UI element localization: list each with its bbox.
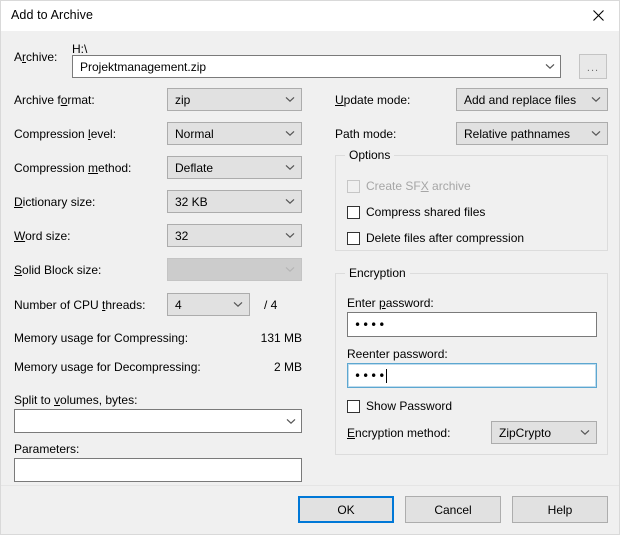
help-button[interactable]: Help [512,496,608,523]
chevron-down-icon [279,164,301,171]
chevron-down-icon [574,429,596,436]
chevron-down-icon [540,63,560,70]
update-mode-combo[interactable]: Add and replace files [456,88,608,111]
archive-path-text: H:\ [72,42,87,56]
reenter-password-label: Reenter password: [347,347,448,361]
show-password-label: Show Password [366,399,452,413]
compress-shared-files-label: Compress shared files [366,205,485,219]
chevron-down-icon [279,96,301,103]
cancel-button[interactable]: Cancel [405,496,501,523]
parameters-input[interactable] [14,458,302,482]
archive-label: Archive: [14,50,57,64]
chevron-down-icon [279,198,301,205]
title-bar: Add to Archive [1,1,620,31]
compression-level-value: Normal [168,127,279,141]
archive-format-combo[interactable]: zip [167,88,302,111]
archive-name-value: Projektmanagement.zip [73,60,540,74]
memory-decompressing-label: Memory usage for Decompressing: [14,360,201,374]
encryption-method-label: Encryption method: [347,426,450,440]
chevron-down-icon [279,266,301,273]
show-password-checkbox[interactable]: Show Password [347,399,452,413]
compression-method-label: Compression method: [14,161,131,175]
cpu-threads-value: 4 [168,298,227,312]
path-mode-label: Path mode: [335,127,396,141]
checkbox-box [347,400,360,413]
checkbox-box [347,232,360,245]
solid-block-size-label: Solid Block size: [14,263,101,277]
path-mode-value: Relative pathnames [457,127,585,141]
compression-method-value: Deflate [168,161,279,175]
memory-compressing-value: 131 MB [202,331,302,345]
chevron-down-icon [281,418,301,425]
browse-button[interactable]: ... [579,54,607,79]
word-size-combo[interactable]: 32 [167,224,302,247]
text-caret [386,369,387,383]
compression-level-label: Compression level: [14,127,116,141]
reenter-password-input[interactable]: •••• [347,363,597,388]
ok-button[interactable]: OK [298,496,394,523]
word-size-label: Word size: [14,229,70,243]
chevron-down-icon [585,96,607,103]
dictionary-size-combo[interactable]: 32 KB [167,190,302,213]
cpu-threads-total: / 4 [264,298,277,312]
options-group-title: Options [345,148,394,162]
parameters-label: Parameters: [14,442,79,456]
archive-format-label: Archive format: [14,93,95,107]
word-size-value: 32 [168,229,279,243]
close-glyph [593,10,604,21]
chevron-down-icon [585,130,607,137]
archive-format-value: zip [168,93,279,107]
split-volumes-combo[interactable] [14,409,302,433]
checkbox-box [347,206,360,219]
solid-block-size-combo [167,258,302,281]
encryption-method-value: ZipCrypto [492,426,574,440]
split-volumes-label: Split to volumes, bytes: [14,393,137,407]
chevron-down-icon [227,301,249,308]
delete-files-after-compression-label: Delete files after compression [366,231,524,245]
memory-compressing-label: Memory usage for Compressing: [14,331,188,345]
dictionary-size-value: 32 KB [168,195,279,209]
checkbox-box [347,180,360,193]
compression-level-combo[interactable]: Normal [167,122,302,145]
cpu-threads-combo[interactable]: 4 [167,293,250,316]
update-mode-label: Update mode: [335,93,410,107]
archive-name-combo[interactable]: Projektmanagement.zip [72,55,561,78]
path-mode-combo[interactable]: Relative pathnames [456,122,608,145]
encryption-group-title: Encryption [345,266,410,280]
chevron-down-icon [279,232,301,239]
encryption-method-combo[interactable]: ZipCrypto [491,421,597,444]
cpu-threads-label: Number of CPU threads: [14,298,145,312]
delete-files-after-compression-checkbox[interactable]: Delete files after compression [347,231,524,245]
close-icon[interactable] [575,1,620,30]
memory-decompressing-value: 2 MB [202,360,302,374]
create-sfx-archive-checkbox: Create SFX archive [347,179,471,193]
dictionary-size-label: Dictionary size: [14,195,95,209]
reenter-password-value: •••• [348,369,386,383]
chevron-down-icon [279,130,301,137]
enter-password-label: Enter password: [347,296,434,310]
enter-password-input[interactable]: •••• [347,312,597,337]
update-mode-value: Add and replace files [457,93,585,107]
enter-password-value: •••• [348,318,386,332]
compress-shared-files-checkbox[interactable]: Compress shared files [347,205,485,219]
compression-method-combo[interactable]: Deflate [167,156,302,179]
add-to-archive-dialog: Add to Archive Archive: H:\ Projektmanag… [0,0,620,535]
create-sfx-archive-label: Create SFX archive [366,179,471,193]
window-title: Add to Archive [11,8,93,22]
